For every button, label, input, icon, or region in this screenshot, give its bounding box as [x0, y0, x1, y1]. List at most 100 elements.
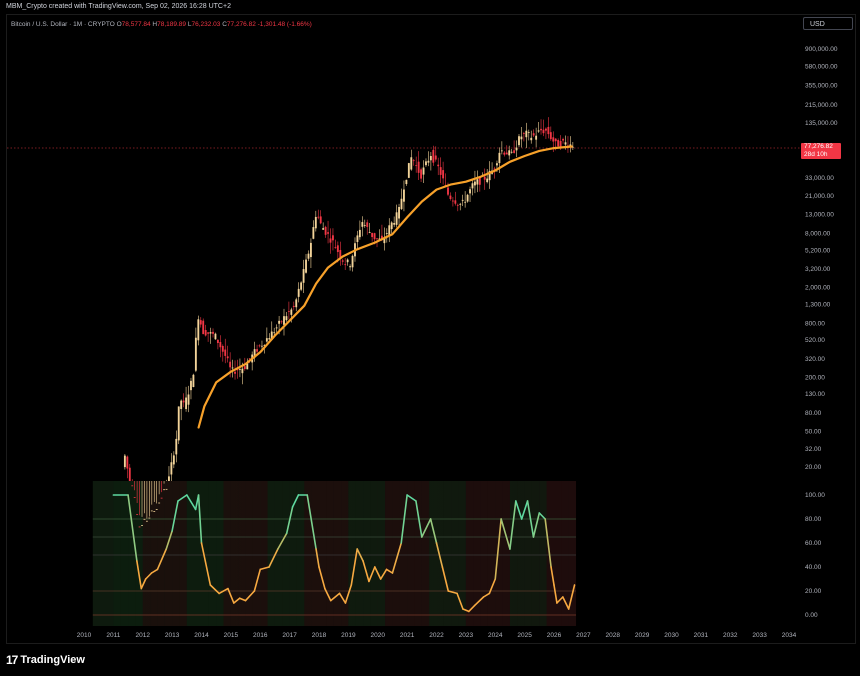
candle-body — [454, 200, 457, 204]
candle-body — [297, 288, 300, 297]
oscillator-axis[interactable]: 100.00 80.00 60.00 40.00 20.00 0.00 — [805, 492, 825, 619]
osc-tick-label: 100.00 — [805, 492, 825, 499]
candle-body — [371, 232, 374, 238]
price-tick-label: 200.00 — [805, 374, 825, 381]
osc-band — [407, 481, 415, 626]
candle-body — [432, 149, 435, 163]
year-tick-label: 2022 — [429, 632, 444, 639]
candle-body — [138, 526, 141, 528]
candle-body — [417, 161, 420, 173]
year-tick-label: 2024 — [488, 632, 503, 639]
osc-band — [385, 481, 393, 626]
price-badge-countdown: 28d 10h — [804, 151, 828, 158]
tradingview-branding[interactable]: 17 TradingView — [6, 652, 85, 668]
osc-band — [377, 481, 386, 626]
year-tick-label: 2020 — [371, 632, 386, 639]
candle-body — [239, 368, 241, 370]
candle-body — [175, 438, 178, 455]
candle-body — [415, 165, 418, 167]
osc-band — [495, 481, 503, 626]
year-tick-label: 2027 — [576, 632, 591, 639]
osc-band — [216, 481, 224, 626]
candle-body — [158, 502, 161, 504]
candle-body — [420, 169, 423, 179]
chart-canvas[interactable]: 900,000.00 580,000.00 355,000.00 215,000.00… — [0, 0, 860, 676]
candle-body — [407, 163, 410, 178]
candle-body — [187, 394, 190, 405]
candle-body — [275, 327, 278, 329]
osc-band — [245, 481, 253, 626]
time-axis[interactable]: 2010 2011 2012 2013 2014 2015 2016 2017 2018 2019… — [77, 632, 797, 639]
candle-body — [344, 264, 347, 266]
osc-band — [370, 481, 378, 626]
candle-body — [513, 150, 516, 153]
price-tick-label: 1,300.00 — [805, 301, 831, 308]
candle-body — [273, 332, 276, 334]
year-tick-label: 2031 — [694, 632, 709, 639]
candle-body — [141, 525, 143, 526]
price-badge-price: 77,276.82 — [804, 143, 833, 150]
candle-body — [300, 282, 303, 290]
candle-body — [265, 338, 268, 342]
candle-body — [224, 349, 227, 356]
candle-body — [474, 181, 476, 186]
price-tick-label: 13,000.00 — [805, 212, 834, 219]
year-tick-label: 2010 — [77, 632, 92, 639]
year-tick-label: 2032 — [723, 632, 738, 639]
osc-band — [363, 481, 371, 626]
candle-body — [498, 152, 501, 164]
candle-body — [356, 235, 359, 242]
year-tick-label: 2021 — [400, 632, 415, 639]
candle-body — [532, 133, 535, 136]
candle-body — [557, 140, 560, 147]
candle-body — [336, 245, 339, 252]
candle-body — [562, 138, 564, 141]
osc-band — [223, 481, 231, 626]
low-value: 76,232.03 — [191, 21, 221, 28]
symbol-label[interactable]: Bitcoin / U.S. Dollar · 1M · CRYPTO — [11, 21, 115, 28]
candle-body — [398, 207, 400, 219]
osc-band — [546, 481, 554, 626]
currency-button[interactable]: USD — [803, 17, 853, 30]
price-badge: 77,276.82 28d 10h — [801, 143, 841, 159]
candle-body — [530, 137, 533, 141]
price-axis[interactable]: 900,000.00 580,000.00 355,000.00 215,000.00… — [805, 46, 838, 471]
candle-body — [131, 485, 134, 487]
moving-average-line — [197, 145, 573, 429]
candle-body — [373, 233, 376, 240]
candle-body — [544, 128, 547, 131]
price-tick-label: 580,000.00 — [805, 63, 838, 70]
candle-body — [212, 331, 214, 334]
candle-body — [136, 514, 139, 515]
candle-body — [366, 222, 369, 227]
candle-body — [459, 203, 462, 205]
candle-body — [520, 136, 523, 140]
candle-body — [425, 161, 427, 166]
candle-body — [332, 235, 334, 241]
candle-body — [133, 497, 136, 498]
osc-band — [443, 481, 452, 626]
year-tick-label: 2034 — [782, 632, 797, 639]
candle-body — [295, 299, 298, 308]
candle-body — [194, 337, 197, 371]
candle-body — [261, 345, 263, 347]
osc-band — [319, 481, 327, 626]
candle-body — [258, 345, 261, 347]
candle-body — [361, 222, 364, 227]
candle-body — [515, 147, 518, 151]
price-tick-label: 215,000.00 — [805, 102, 838, 109]
candle-body — [307, 253, 310, 259]
osc-band — [230, 481, 239, 626]
osc-band — [142, 481, 151, 626]
candle-body — [168, 476, 170, 481]
candle-body — [204, 329, 207, 336]
year-tick-label: 2016 — [253, 632, 268, 639]
candle-body — [256, 349, 258, 352]
candle-body — [314, 216, 317, 229]
candle-body — [503, 152, 506, 155]
osc-tick-label: 40.00 — [805, 564, 822, 571]
candle-body — [535, 135, 538, 140]
candle-body — [486, 178, 489, 183]
candle-body — [180, 400, 183, 410]
year-tick-label: 2033 — [752, 632, 767, 639]
